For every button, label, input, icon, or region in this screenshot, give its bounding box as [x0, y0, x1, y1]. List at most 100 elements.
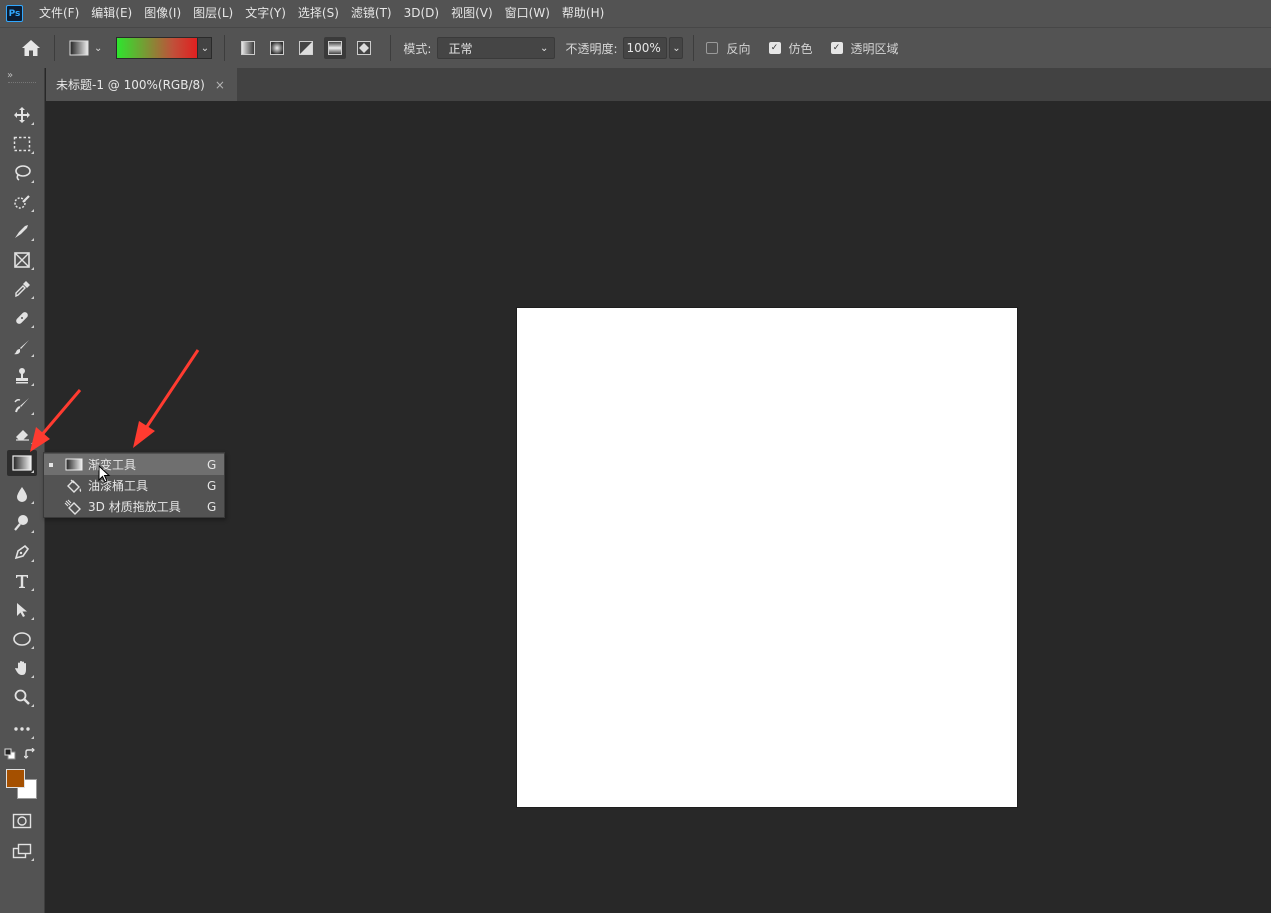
- reverse-label: 反向: [726, 41, 751, 56]
- ellipse-tool[interactable]: [7, 626, 37, 652]
- flyout-item-label: 油漆桶工具: [88, 479, 149, 493]
- flyout-item-shortcut: G: [207, 478, 217, 493]
- panel-grip[interactable]: [8, 82, 36, 84]
- linear-gradient-icon: [241, 41, 256, 55]
- eraser-icon: [16, 430, 29, 441]
- menu-layer[interactable]: 图层(L): [187, 0, 239, 27]
- pen-icon: [14, 544, 30, 560]
- radial-gradient-button[interactable]: [266, 37, 288, 59]
- menu-window[interactable]: 窗口(W): [499, 0, 556, 27]
- clone-stamp-tool[interactable]: [7, 363, 37, 389]
- zoom-tool[interactable]: [7, 684, 37, 710]
- document-tab-title: 未标题-1 @ 100%(RGB/8): [56, 78, 205, 92]
- lasso-tool[interactable]: [7, 160, 37, 186]
- blur-tool[interactable]: [7, 481, 37, 507]
- paint-bucket-icon: [64, 478, 84, 494]
- path-select-tool[interactable]: [7, 597, 37, 623]
- swap-colors-button[interactable]: [22, 746, 38, 762]
- 3d-material-drop-icon: [64, 499, 84, 515]
- move-icon: [14, 107, 30, 123]
- hand-icon: [15, 661, 26, 675]
- gradient-tool[interactable]: [7, 450, 37, 476]
- brush-tool[interactable]: [7, 334, 37, 360]
- menu-file[interactable]: 文件(F): [33, 0, 85, 27]
- history-brush-tool[interactable]: [7, 392, 37, 418]
- dodge-tool[interactable]: [7, 510, 37, 536]
- flyout-item-shortcut: G: [207, 457, 217, 472]
- move-tool[interactable]: [7, 102, 37, 128]
- flyout-item-gradient[interactable]: 渐变工具 G: [44, 454, 224, 475]
- pen-tool[interactable]: [7, 539, 37, 565]
- ellipse-icon: [13, 632, 31, 646]
- edit-toolbar-button[interactable]: [7, 716, 37, 742]
- photoshop-logo-icon[interactable]: Ps: [6, 5, 23, 22]
- separator: [693, 35, 695, 61]
- separator: [390, 35, 392, 61]
- menu-image[interactable]: 图像(I): [138, 0, 187, 27]
- transparency-checkbox[interactable]: ✓: [830, 42, 843, 54]
- brush-icon: [14, 340, 29, 355]
- opacity-input[interactable]: 100%: [623, 37, 668, 59]
- history-brush-icon: [14, 398, 29, 413]
- document-canvas[interactable]: [516, 307, 1018, 808]
- dither-label: 仿色: [788, 41, 813, 56]
- menu-type[interactable]: 文字(Y): [239, 0, 292, 27]
- home-icon: [22, 40, 40, 56]
- marquee-tool[interactable]: [7, 131, 37, 157]
- menu-edit[interactable]: 编辑(E): [85, 0, 138, 27]
- dither-checkbox[interactable]: ✓: [768, 42, 781, 54]
- menu-filter[interactable]: 滤镜(T): [345, 0, 398, 27]
- menu-help[interactable]: 帮助(H): [556, 0, 610, 27]
- arrow-cursor-icon: [17, 603, 27, 617]
- mode-label: 模式:: [403, 41, 432, 56]
- gradient-picker-arrow[interactable]: ⌄: [198, 37, 213, 59]
- screen-mode-button[interactable]: [7, 838, 37, 864]
- hand-tool[interactable]: [7, 655, 37, 681]
- quick-mask-button[interactable]: [7, 808, 37, 834]
- transparency-label: 透明区域: [850, 41, 899, 56]
- document-tab-bar: 未标题-1 @ 100%(RGB/8) ×: [46, 68, 1271, 101]
- menu-3d[interactable]: 3D(D): [398, 0, 445, 27]
- frame-icon: [14, 252, 30, 268]
- dodge-icon: [14, 515, 28, 531]
- crop-tool[interactable]: [7, 218, 37, 244]
- radial-gradient-icon: [270, 41, 285, 55]
- flyout-item-3d-material-drop[interactable]: 3D 材质拖放工具 G: [44, 496, 224, 517]
- dither-option[interactable]: ✓ 仿色: [768, 40, 813, 57]
- reverse-option[interactable]: 反向: [706, 40, 751, 57]
- reverse-checkbox[interactable]: [706, 42, 719, 54]
- close-icon[interactable]: ×: [215, 78, 225, 92]
- healing-brush-tool[interactable]: [7, 305, 37, 331]
- selected-bullet-icon: [49, 462, 53, 467]
- gradient-icon: [64, 457, 84, 473]
- magnifier-icon: [14, 689, 30, 705]
- reflected-gradient-button[interactable]: [324, 37, 347, 59]
- eyedropper-tool[interactable]: [7, 276, 37, 302]
- menu-select[interactable]: 选择(S): [292, 0, 345, 27]
- angle-gradient-icon: [299, 41, 314, 55]
- frame-tool[interactable]: [7, 247, 37, 273]
- tool-preset-picker[interactable]: ⌄: [69, 40, 102, 56]
- eyedropper-icon: [15, 281, 30, 298]
- foreground-color-swatch[interactable]: [6, 769, 25, 788]
- diamond-gradient-button[interactable]: [353, 37, 375, 59]
- gradient-tool-preset-icon: [69, 40, 89, 56]
- home-button[interactable]: [16, 33, 46, 63]
- gradient-editor-swatch[interactable]: [116, 37, 199, 59]
- quick-select-tool[interactable]: [7, 189, 37, 215]
- transparency-option[interactable]: ✓ 透明区域: [830, 40, 899, 57]
- options-bar: ⌄ ⌄ 模式: 正常 ⌄ 不透明度: 100% ⌄ 反向 ✓ 仿色 ✓ 透明区域: [0, 27, 1271, 68]
- flyout-item-paint-bucket[interactable]: 油漆桶工具 G: [44, 475, 224, 496]
- opacity-dropdown-arrow[interactable]: ⌄: [669, 37, 684, 59]
- default-colors-button[interactable]: [2, 746, 18, 762]
- mode-select[interactable]: 正常 ⌄: [437, 37, 556, 59]
- linear-gradient-button[interactable]: [237, 37, 259, 59]
- water-drop-icon: [17, 487, 27, 502]
- collapse-panel-icon[interactable]: »: [7, 70, 13, 81]
- type-tool[interactable]: [7, 568, 37, 594]
- document-tab[interactable]: 未标题-1 @ 100%(RGB/8) ×: [46, 68, 237, 101]
- eraser-tool[interactable]: [7, 421, 37, 447]
- gradient-icon: [12, 455, 32, 471]
- menu-view[interactable]: 视图(V): [445, 0, 499, 27]
- angle-gradient-button[interactable]: [295, 37, 317, 59]
